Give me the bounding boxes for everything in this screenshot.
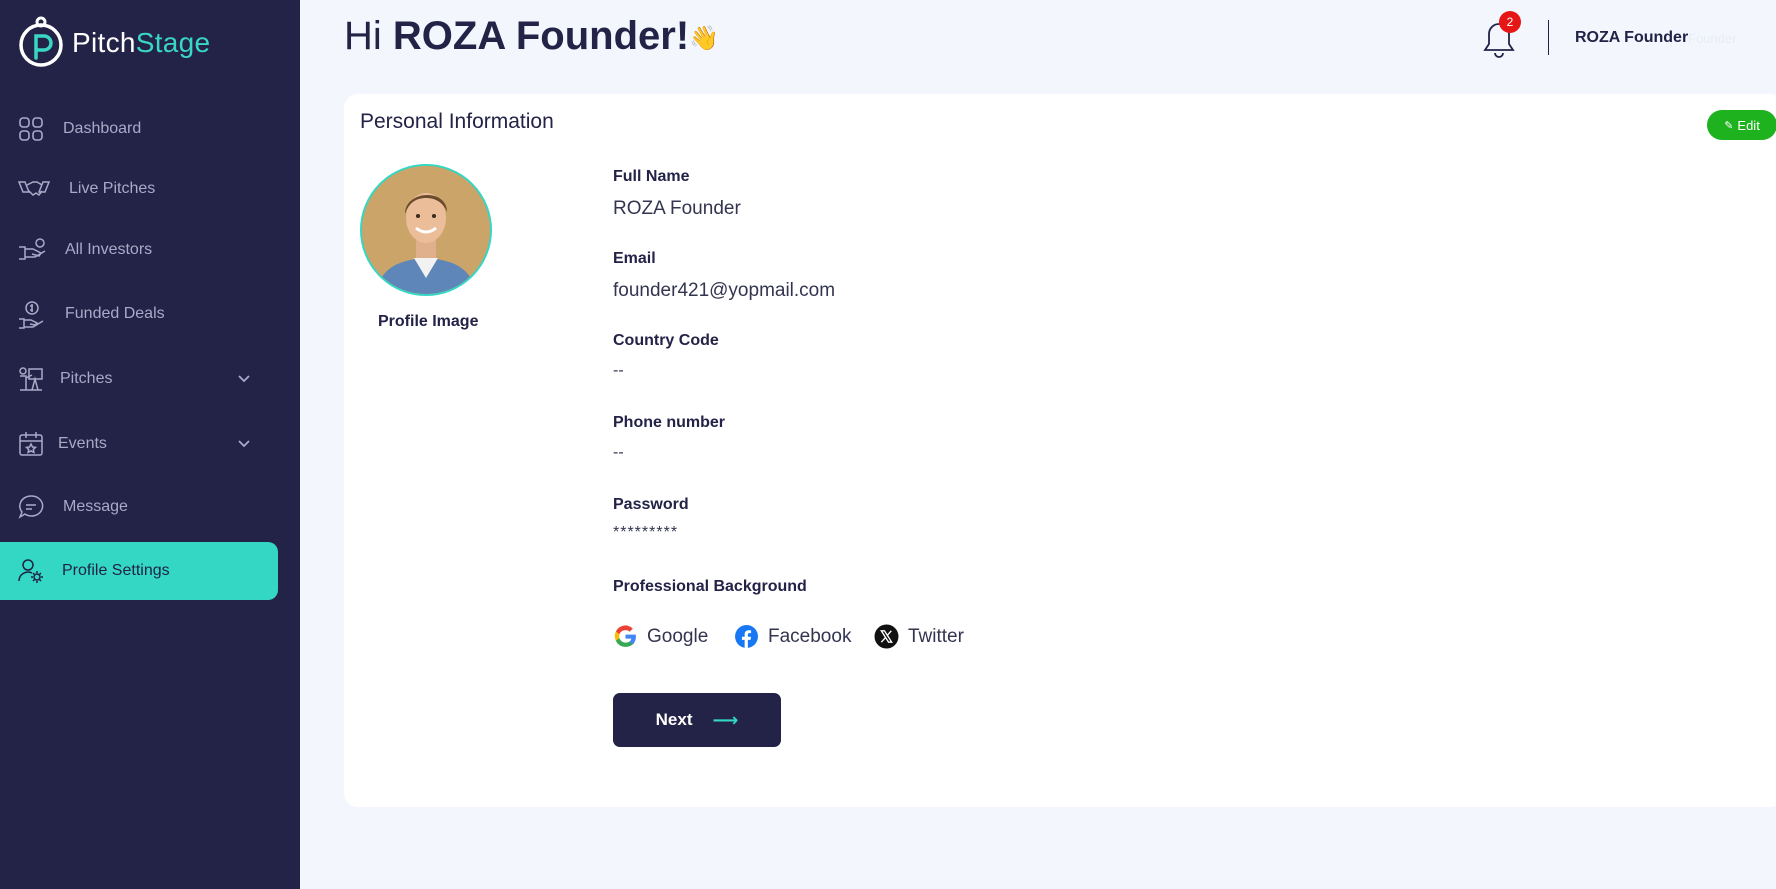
chevron-down-icon[interactable]: [236, 436, 252, 452]
account-name[interactable]: ROZA Founder: [1575, 29, 1688, 47]
section-title: Personal Information: [360, 110, 554, 133]
sidebar-item-funded-deals[interactable]: Funded Deals: [0, 285, 278, 343]
sidebar-item-label: All Investors: [65, 241, 153, 258]
sidebar-item-label: Pitches: [60, 370, 113, 387]
next-button[interactable]: Next ⟶: [613, 693, 781, 747]
next-button-label: Next: [655, 710, 693, 729]
twitter-link[interactable]: Twitter: [874, 624, 964, 649]
user-gear-icon: [18, 558, 44, 584]
google-link[interactable]: Google: [613, 624, 708, 649]
personal-information-card: Personal Information ✎ Edit Profile Imag…: [344, 94, 1776, 807]
account-role: Founder: [1688, 31, 1737, 46]
sidebar-item-events[interactable]: Events: [0, 415, 278, 473]
sidebar-item-message[interactable]: Message: [0, 478, 278, 536]
calendar-star-icon: [18, 431, 44, 457]
country-code-label: Country Code: [613, 332, 719, 349]
logo-mark-icon: [19, 16, 63, 67]
sidebar-item-label: Message: [63, 498, 128, 515]
country-code-value: --: [613, 362, 624, 379]
professional-background-label: Professional Background: [613, 578, 807, 595]
logo-text: PitchStage: [72, 27, 210, 59]
sidebar-item-dashboard[interactable]: Dashboard: [0, 100, 278, 158]
sidebar-item-all-investors[interactable]: All Investors: [0, 221, 278, 279]
email-value: founder421@yopmail.com: [613, 280, 836, 301]
facebook-link[interactable]: Facebook: [734, 624, 851, 649]
sidebar-item-label: Profile Settings: [62, 562, 170, 579]
sidebar-item-label: Live Pitches: [69, 180, 156, 197]
sidebar-item-profile-settings[interactable]: Profile Settings: [0, 542, 278, 600]
twitter-label: Twitter: [908, 625, 964, 647]
page-greeting: Hi ROZA Founder!👋: [344, 14, 719, 59]
logo-text-stage: Stage: [135, 27, 211, 58]
edit-button-label: Edit: [1737, 117, 1760, 133]
google-icon: [614, 625, 636, 647]
password-label: Password: [613, 496, 689, 513]
email-label: Email: [613, 250, 656, 267]
facebook-label: Facebook: [768, 625, 852, 647]
presentation-icon: [18, 366, 44, 392]
sidebar-item-pitches[interactable]: Pitches: [0, 350, 278, 408]
header-divider: [1548, 20, 1549, 55]
google-label: Google: [647, 625, 709, 647]
logo-text-pitch: Pitch: [72, 27, 136, 58]
edit-button[interactable]: ✎ Edit: [1707, 110, 1776, 140]
handshake-icon: [17, 176, 51, 202]
full-name-value: ROZA Founder: [613, 198, 741, 219]
profile-photo: [362, 166, 490, 294]
avatar[interactable]: [360, 164, 492, 296]
notification-count-badge: 2: [1499, 11, 1521, 33]
profile-image-label: Profile Image: [378, 313, 479, 330]
money-hand-icon: [18, 299, 44, 329]
sidebar-item-label: Dashboard: [63, 120, 142, 137]
arrow-right-icon: ⟶: [712, 709, 739, 730]
investor-hand-icon: [18, 237, 50, 263]
twitter-x-icon: [874, 624, 899, 649]
chevron-down-icon[interactable]: [236, 371, 252, 387]
sidebar-item-label: Funded Deals: [65, 305, 165, 322]
facebook-icon: [735, 625, 758, 648]
pencil-icon: ✎: [1724, 119, 1734, 132]
phone-number-value: --: [613, 444, 624, 461]
greeting-user-name: ROZA Founder!: [392, 14, 690, 58]
full-name-label: Full Name: [613, 168, 690, 185]
greeting-hi: Hi: [344, 14, 382, 58]
dashboard-grid-icon: [18, 116, 44, 142]
sidebar-item-label: Events: [58, 435, 107, 452]
password-value: *********: [613, 524, 679, 541]
sidebar: PitchStage Dashboard Live Pitches All In…: [0, 0, 300, 889]
sidebar-item-live-pitches[interactable]: Live Pitches: [0, 160, 278, 218]
chat-icon: [18, 494, 44, 520]
waving-hand-icon: 👋: [689, 24, 720, 52]
pitchstage-logo[interactable]: PitchStage: [16, 16, 210, 70]
phone-number-label: Phone number: [613, 414, 726, 431]
